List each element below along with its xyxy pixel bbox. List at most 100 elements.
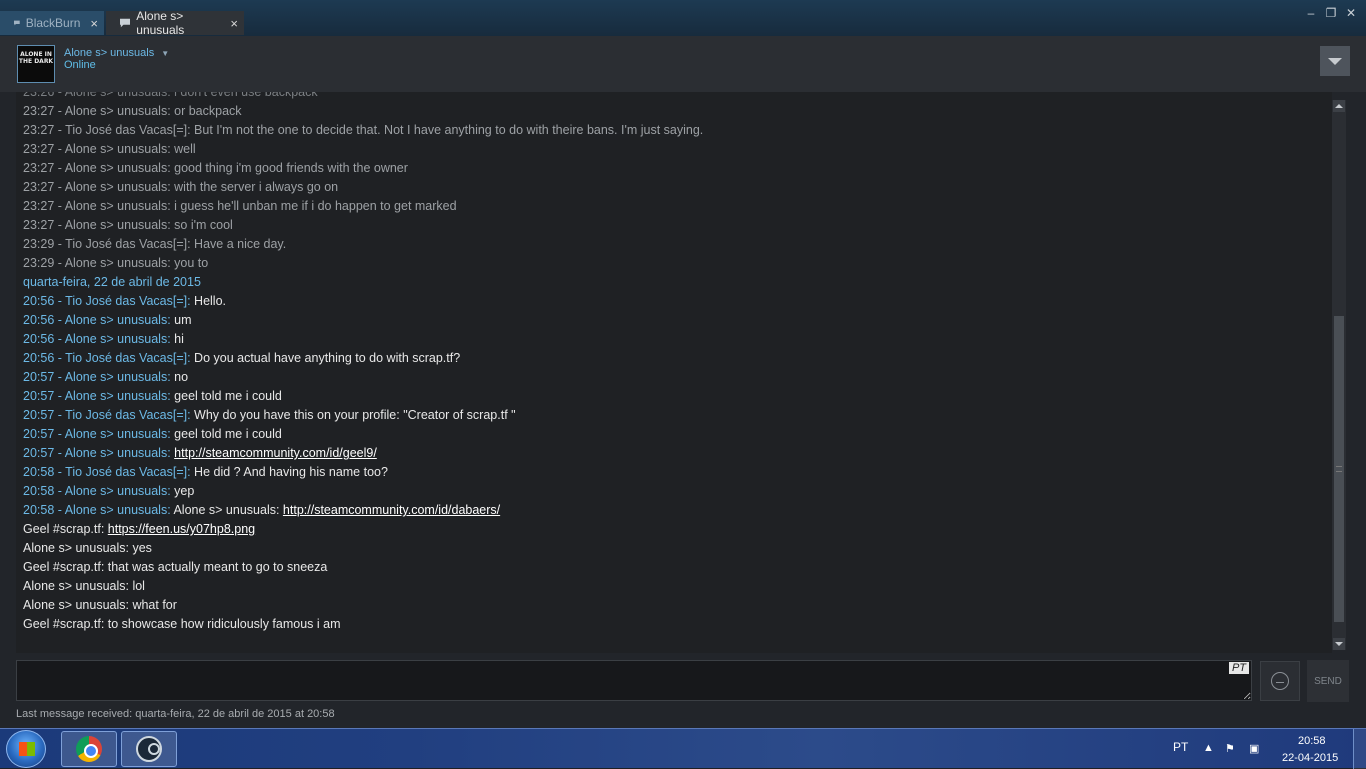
chat-line: 20:56 - Alone s> unusuals: um bbox=[23, 311, 192, 330]
chat-message-text: Hello. bbox=[190, 294, 227, 308]
chat-line: Geel #scrap.tf: to showcase how ridiculo… bbox=[23, 615, 341, 634]
tab-label: BlackBurn bbox=[25, 16, 81, 30]
chat-line-partial: 23:26 - Alone s> unusuals: i don't even … bbox=[23, 92, 318, 99]
tab-alone-unusuals[interactable]: Alone s> unusuals × bbox=[106, 9, 244, 37]
chat-message-text: Alone s> unusuals: lol bbox=[23, 579, 145, 593]
input-language-badge: PT bbox=[1228, 662, 1249, 674]
chevron-down-icon: ▼ bbox=[161, 48, 170, 58]
chat-header: ALONE IN THE DARK Alone s> unusuals ▼ On… bbox=[0, 36, 1366, 92]
chat-line: Geel #scrap.tf: that was actually meant … bbox=[23, 558, 327, 577]
chat-line: 20:58 - Tio José das Vacas[=]: He did ? … bbox=[23, 463, 388, 482]
chat-line: Alone s> unusuals: lol bbox=[23, 577, 145, 596]
chat-line: 20:57 - Tio José das Vacas[=]: Why do yo… bbox=[23, 406, 516, 425]
chat-line-old: 23:29 - Alone s> unusuals: you to bbox=[23, 256, 209, 270]
avatar[interactable]: ALONE IN THE DARK bbox=[17, 45, 55, 83]
chat-message-text: Do you actual have anything to do with s… bbox=[190, 351, 461, 365]
chrome-icon bbox=[76, 736, 102, 762]
chat-log[interactable]: 23:26 - Alone s> unusuals: i don't even … bbox=[16, 92, 1332, 653]
chevron-down-icon bbox=[1328, 57, 1342, 65]
close-window-icon[interactable]: ✕ bbox=[1342, 6, 1360, 20]
friend-name: Alone s> unusuals bbox=[64, 47, 155, 59]
show-desktop-button[interactable] bbox=[1353, 729, 1366, 769]
chat-line: 20:58 - Alone s> unusuals: Alone s> unus… bbox=[23, 501, 500, 520]
chat-message-text: yep bbox=[170, 484, 195, 498]
chat-message-text: Alone s> unusuals: yes bbox=[23, 541, 152, 555]
chat-message-text: Alone s> unusuals: bbox=[170, 503, 283, 517]
network-icon[interactable]: ▣ bbox=[1249, 742, 1259, 755]
date-separator: quarta-feira, 22 de abril de 2015 bbox=[23, 275, 201, 289]
clock-date[interactable]: 22-04-2015 bbox=[1282, 752, 1338, 764]
chat-timestamp-sender: 20:58 - Alone s> unusuals: bbox=[23, 503, 171, 517]
chat-line: 20:57 - Alone s> unusuals: geel told me … bbox=[23, 425, 282, 444]
chat-timestamp-sender: 20:56 - Alone s> unusuals: bbox=[23, 313, 171, 327]
grip-icon bbox=[1336, 466, 1342, 472]
chat-line-old: 23:27 - Alone s> unusuals: well bbox=[23, 142, 196, 156]
chat-line: Geel #scrap.tf: https://feen.us/y07hp8.p… bbox=[23, 520, 255, 539]
last-message-received: Last message received: quarta-feira, 22 … bbox=[16, 708, 335, 720]
chat-message-text: um bbox=[170, 313, 192, 327]
start-button[interactable] bbox=[6, 730, 46, 768]
friend-status: Online bbox=[64, 59, 96, 71]
chat-timestamp-sender: 20:57 - Alone s> unusuals: bbox=[23, 370, 171, 384]
chat-line-old: 23:27 - Alone s> unusuals: good thing i'… bbox=[23, 161, 408, 175]
chat-message-text: geel told me i could bbox=[170, 389, 282, 403]
chat-timestamp-sender: 20:57 - Alone s> unusuals: bbox=[23, 427, 171, 441]
chat-message-text: Geel #scrap.tf: that was actually meant … bbox=[23, 560, 328, 574]
chat-line: 20:58 - Alone s> unusuals: yep bbox=[23, 482, 194, 501]
scroll-up-button[interactable] bbox=[1333, 100, 1345, 112]
chat-line-old: 23:27 - Alone s> unusuals: with the serv… bbox=[23, 180, 339, 194]
tab-strip: BlackBurn × Alone s> unusuals × – ❐ ✕ bbox=[0, 0, 1366, 37]
message-input[interactable] bbox=[17, 661, 1251, 700]
chat-line: 20:57 - Alone s> unusuals: geel told me … bbox=[23, 387, 282, 406]
chat-message-text: geel told me i could bbox=[170, 427, 282, 441]
chat-line: Alone s> unusuals: what for bbox=[23, 596, 177, 615]
chat-scrollbar[interactable] bbox=[1332, 100, 1346, 650]
chat-message-text: hi bbox=[170, 332, 184, 346]
chat-link[interactable]: http://steamcommunity.com/id/dabaers/ bbox=[283, 503, 500, 517]
taskbar-chrome[interactable] bbox=[61, 731, 117, 767]
minimize-icon[interactable]: – bbox=[1302, 6, 1320, 20]
chat-line: 20:57 - Alone s> unusuals: no bbox=[23, 368, 188, 387]
chat-message-text: Why do you have this on your profile: "C… bbox=[190, 408, 516, 422]
tab-label: Alone s> unusuals bbox=[136, 9, 185, 37]
taskbar-steam[interactable] bbox=[121, 731, 177, 767]
chat-line-old: 23:29 - Tio José das Vacas[=]: Have a ni… bbox=[23, 237, 287, 251]
chat-timestamp-sender: 20:58 - Tio José das Vacas[=]: bbox=[23, 465, 191, 479]
steam-chat-window: BlackBurn × Alone s> unusuals × – ❐ ✕ AL… bbox=[0, 0, 1366, 728]
tab-blackburn[interactable]: BlackBurn × bbox=[0, 11, 104, 35]
chat-message-text: Geel #scrap.tf: to showcase how ridiculo… bbox=[23, 617, 341, 631]
chat-bubble-icon bbox=[120, 18, 131, 28]
close-icon[interactable]: × bbox=[90, 16, 98, 31]
chat-line: 20:56 - Alone s> unusuals: hi bbox=[23, 330, 184, 349]
chat-line: 20:56 - Tio José das Vacas[=]: Do you ac… bbox=[23, 349, 460, 368]
windows-logo-icon bbox=[19, 742, 35, 756]
chat-line: 20:56 - Tio José das Vacas[=]: Hello. bbox=[23, 292, 226, 311]
chat-timestamp-sender: 20:57 - Alone s> unusuals: bbox=[23, 389, 171, 403]
tray-expand-icon[interactable]: ▲ bbox=[1203, 742, 1214, 754]
chat-link[interactable]: https://feen.us/y07hp8.png bbox=[108, 522, 255, 536]
restore-icon[interactable]: ❐ bbox=[1322, 6, 1340, 20]
close-icon[interactable]: × bbox=[230, 16, 238, 31]
tray-language[interactable]: PT bbox=[1173, 740, 1188, 754]
chat-message-text: no bbox=[170, 370, 189, 384]
scroll-thumb[interactable] bbox=[1334, 316, 1344, 622]
chat-line-old: 23:27 - Alone s> unusuals: or backpack bbox=[23, 104, 242, 118]
arrow-down-icon bbox=[1335, 642, 1343, 646]
clock-time[interactable]: 20:58 bbox=[1298, 735, 1326, 747]
chat-bubble-icon bbox=[14, 20, 20, 26]
chat-message-text: He did ? And having his name too? bbox=[190, 465, 388, 479]
chat-options-button[interactable] bbox=[1320, 46, 1350, 76]
chat-link[interactable]: http://steamcommunity.com/id/geel9/ bbox=[174, 446, 377, 460]
emoticon-button[interactable] bbox=[1260, 661, 1300, 701]
chat-line-old: 23:27 - Tio José das Vacas[=]: But I'm n… bbox=[23, 123, 704, 137]
chat-timestamp-sender: 20:57 - Tio José das Vacas[=]: bbox=[23, 408, 191, 422]
friend-name-dropdown[interactable]: Alone s> unusuals ▼ bbox=[64, 47, 169, 59]
scroll-down-button[interactable] bbox=[1333, 638, 1345, 650]
send-button[interactable]: SEND bbox=[1307, 660, 1349, 702]
chat-message-text: Geel #scrap.tf: bbox=[23, 522, 108, 536]
arrow-up-icon bbox=[1335, 104, 1343, 108]
action-center-flag-icon[interactable]: ⚑ bbox=[1225, 742, 1235, 755]
chat-line: Alone s> unusuals: yes bbox=[23, 539, 152, 558]
windows-taskbar: PT ▲ ⚑ ▣ 20:58 22-04-2015 bbox=[0, 728, 1366, 769]
chat-timestamp-sender: 20:56 - Tio José das Vacas[=]: bbox=[23, 351, 191, 365]
